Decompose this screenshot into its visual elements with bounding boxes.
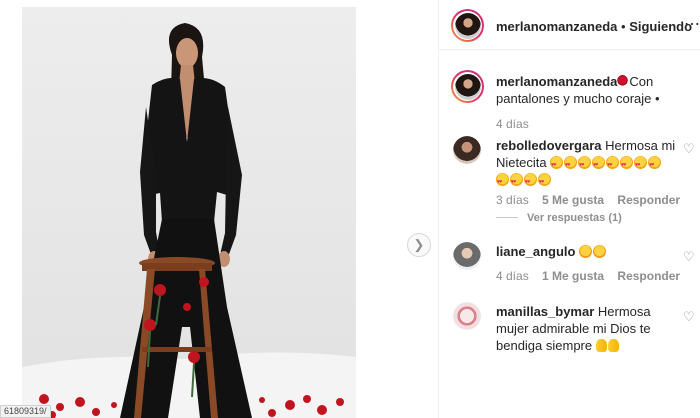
comment-1-time[interactable]: 3 días — [496, 193, 529, 207]
comment-2-emojis — [579, 244, 607, 259]
header-separator: • — [621, 19, 626, 34]
next-post-button[interactable]: ❯ — [407, 233, 431, 257]
author-username[interactable]: merlanomanzaneda — [496, 19, 617, 34]
comment-2-likes[interactable]: 1 Me gusta — [542, 269, 604, 283]
media-area: ❯ 61809319/ — [0, 0, 438, 418]
view-replies-button[interactable]: Ver respuestas (1) — [496, 212, 622, 224]
rose-emoji-icon — [617, 75, 629, 88]
comment-1-username[interactable]: rebolledovergara — [496, 138, 602, 153]
heart-outline-icon[interactable]: ♡ — [683, 249, 695, 265]
comment-2-username[interactable]: liane_angulo — [496, 244, 575, 259]
caption-avatar[interactable] — [451, 70, 484, 103]
url-fragment: 61809319/ — [0, 405, 51, 418]
replies-divider — [496, 217, 518, 218]
commenter-avatar[interactable] — [453, 242, 481, 270]
comment-2-meta: 4 días 1 Me gusta Responder — [496, 269, 680, 283]
comment-1-meta: 3 días 5 Me gusta Responder — [496, 193, 680, 207]
instagram-post-view: ❯ 61809319/ merlanomanzaneda • Siguiendo… — [0, 0, 700, 418]
comment-1: rebolledovergara Hermosa mi Nietecita — [496, 137, 676, 191]
comment-1-reply-button[interactable]: Responder — [617, 193, 680, 207]
comments-panel: merlanomanzaneda • Siguiendo ⋯ merlanoma… — [438, 0, 700, 418]
comment-3-username[interactable]: manillas_bymar — [496, 304, 594, 319]
caption-time[interactable]: 4 días — [496, 117, 529, 131]
caption-username[interactable]: merlanomanzaneda — [496, 74, 617, 89]
comment-2: liane_angulo — [496, 243, 676, 260]
header-user-line: merlanomanzaneda • Siguiendo — [496, 19, 692, 34]
more-options-icon[interactable]: ⋯ — [684, 14, 700, 34]
post-photo[interactable] — [22, 7, 356, 418]
comment-2-reply-button[interactable]: Responder — [617, 269, 680, 283]
view-replies-label: Ver respuestas (1) — [527, 212, 622, 224]
photo-illustration — [22, 23, 356, 418]
commenter-avatar[interactable] — [453, 302, 481, 330]
caption: merlanomanzaneda Con pantalones y mucho c… — [496, 73, 686, 107]
comment-3-emojis — [595, 338, 620, 353]
post-header: merlanomanzaneda • Siguiendo ⋯ — [439, 0, 700, 50]
chevron-right-icon: ❯ — [413, 237, 425, 252]
heart-outline-icon[interactable]: ♡ — [683, 309, 695, 325]
author-avatar[interactable] — [451, 9, 484, 42]
comment-3: manillas_bymar Hermosa mujer admirable m… — [496, 303, 676, 354]
follow-status-button[interactable]: Siguiendo — [629, 19, 692, 34]
heart-outline-icon[interactable]: ♡ — [683, 141, 695, 157]
comment-2-time[interactable]: 4 días — [496, 269, 529, 283]
comment-1-likes[interactable]: 5 Me gusta — [542, 193, 604, 207]
commenter-avatar[interactable] — [453, 136, 481, 164]
